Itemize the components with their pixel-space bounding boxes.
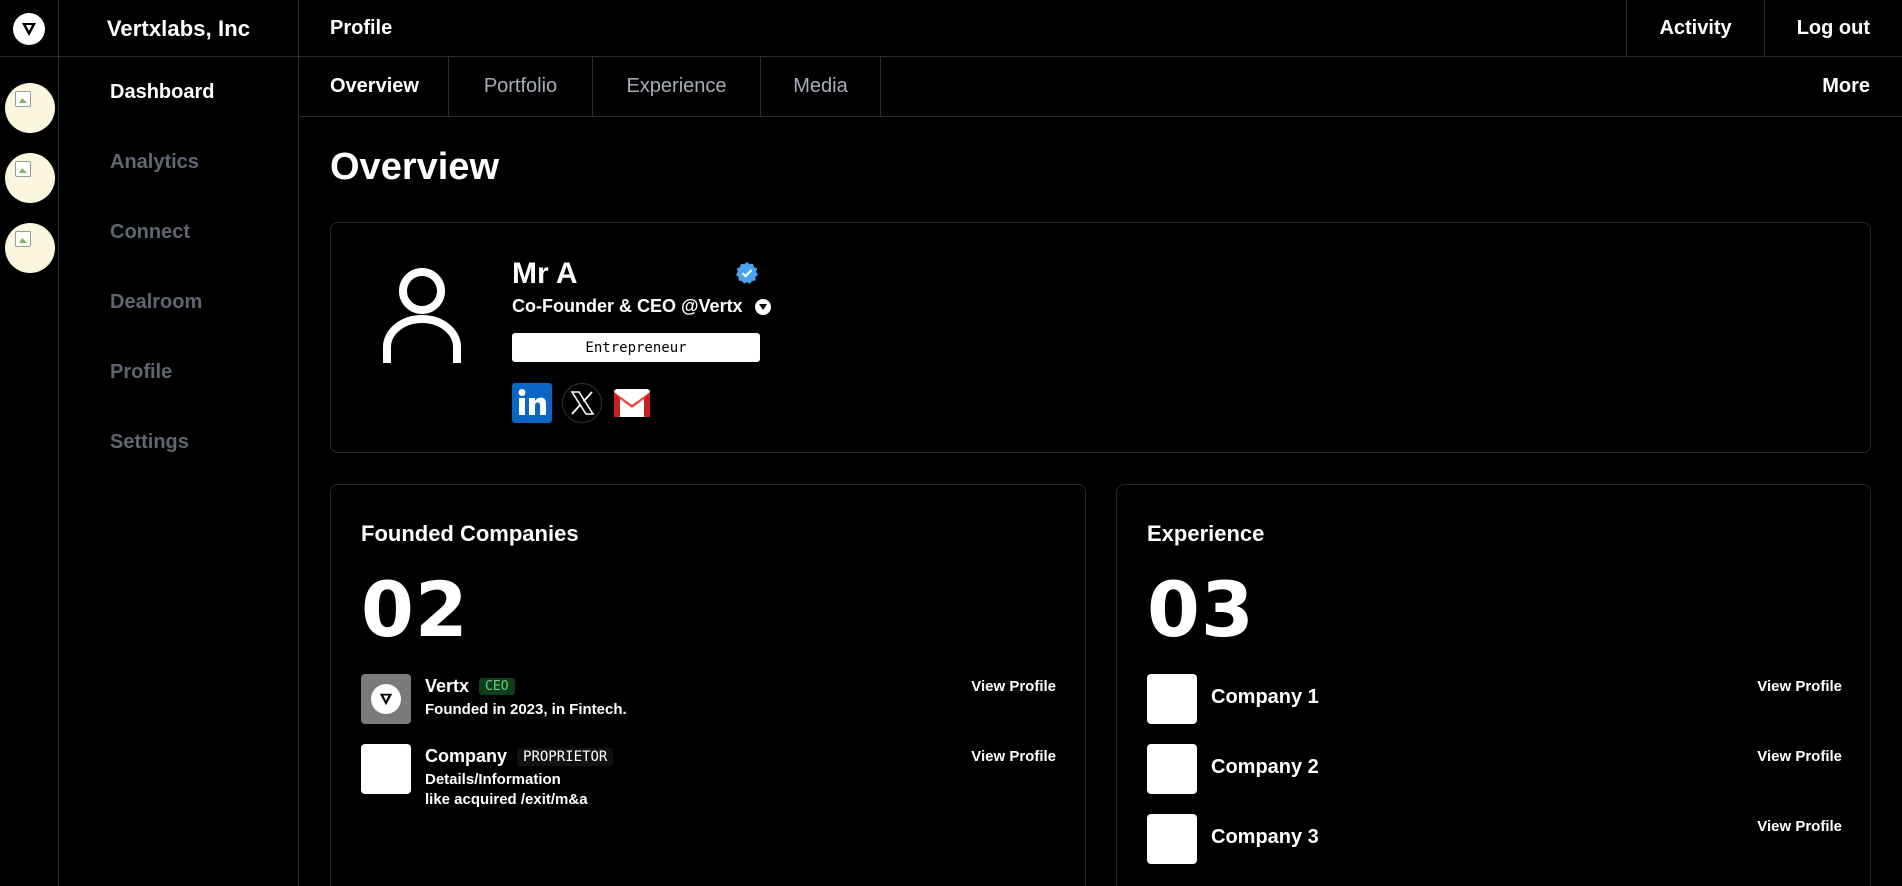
- company-name: Vertx: [425, 676, 470, 696]
- company-logo: [1147, 744, 1197, 794]
- founded-companies-title: Founded Companies: [361, 521, 579, 546]
- profile-type-badge: Entrepreneur: [512, 333, 760, 362]
- broken-image-icon: [15, 91, 31, 107]
- sidebar-item-connect[interactable]: Connect: [110, 221, 190, 244]
- more-button[interactable]: More: [1822, 57, 1870, 116]
- role-tag: PROPRIETOR: [517, 747, 614, 766]
- sidebar-item-profile[interactable]: Profile: [110, 361, 172, 384]
- activity-button[interactable]: Activity: [1626, 0, 1763, 57]
- founded-companies-count: 02: [361, 565, 469, 654]
- company-details-line: like acquired /exit/m&a: [425, 791, 588, 808]
- gmail-icon[interactable]: [612, 383, 652, 423]
- x-icon[interactable]: [562, 383, 602, 423]
- sidebar-item-settings[interactable]: Settings: [110, 431, 189, 454]
- profile-tabs: Overview Portfolio Experience Media More: [300, 57, 1902, 117]
- view-profile-link[interactable]: View Profile: [971, 748, 1056, 765]
- experience-card: Experience 03 Company 1 View Profile Com…: [1116, 484, 1871, 886]
- social-links: [512, 383, 652, 423]
- tab-experience[interactable]: Experience: [593, 57, 761, 116]
- company-name: Company 3: [1211, 826, 1319, 848]
- company-name: Company 2: [1211, 756, 1319, 778]
- breadcrumb: Profile: [330, 17, 393, 39]
- chevron-down-icon[interactable]: [754, 298, 771, 315]
- vertx-logo-icon: [13, 12, 45, 45]
- company-details: Details/Information like acquired /exit/…: [425, 770, 588, 810]
- top-bar: Vertxlabs, Inc Profile Activity Log out: [0, 0, 1902, 57]
- sidebar-nav: Dashboard Analytics Connect Dealroom Pro…: [59, 57, 299, 886]
- brand-name: Vertxlabs, Inc: [59, 0, 299, 57]
- sidebar-item-dealroom[interactable]: Dealroom: [110, 291, 202, 314]
- experience-count: 03: [1147, 565, 1255, 654]
- company-logo: [361, 674, 411, 724]
- company-logo: [361, 744, 411, 794]
- list-item: Vertx CEO Founded in 2023, in Fintech. V…: [361, 674, 1056, 726]
- page-title: Overview: [330, 146, 499, 188]
- list-item: Company 1 View Profile: [1147, 674, 1842, 726]
- top-actions: Activity Log out: [1626, 0, 1902, 57]
- view-profile-link[interactable]: View Profile: [1757, 748, 1842, 765]
- role-tag: CEO: [479, 678, 515, 695]
- company-details-line: Details/Information: [425, 771, 561, 788]
- view-profile-link[interactable]: View Profile: [971, 678, 1056, 695]
- vertx-logo-icon: [371, 684, 401, 714]
- app: Vertxlabs, Inc Profile Activity Log out …: [0, 0, 1902, 886]
- list-item: Company 2 View Profile: [1147, 744, 1842, 796]
- profile-role-text: Co-Founder & CEO @Vertx: [512, 296, 743, 316]
- broken-image-icon: [15, 161, 31, 177]
- company-logo: [1147, 674, 1197, 724]
- list-item: Company 3 View Profile: [1147, 814, 1842, 866]
- profile-card: Mr A Co-Founder & CEO @Vertx Entrepreneu…: [330, 222, 1871, 453]
- experience-title: Experience: [1147, 521, 1265, 546]
- view-profile-link[interactable]: View Profile: [1757, 818, 1842, 835]
- logo-cell[interactable]: [0, 0, 59, 57]
- view-profile-link[interactable]: View Profile: [1757, 678, 1842, 695]
- company-title: Vertx CEO: [425, 676, 515, 697]
- company-title: Company PROPRIETOR: [425, 746, 614, 767]
- rail-avatar-3[interactable]: [5, 223, 55, 273]
- tab-media[interactable]: Media: [761, 57, 881, 116]
- profile-name: Mr A: [512, 257, 578, 290]
- company-details: Founded in 2023, in Fintech.: [425, 701, 627, 718]
- verified-badge-icon: [735, 261, 759, 290]
- founded-companies-card: Founded Companies 02 Vertx CEO Founded i…: [330, 484, 1086, 886]
- list-item: Company PROPRIETOR Details/Information l…: [361, 744, 1056, 810]
- rail-avatar-1[interactable]: [5, 83, 55, 133]
- company-name: Company: [425, 746, 508, 766]
- user-avatar-icon: [381, 263, 463, 368]
- tab-overview[interactable]: Overview: [300, 57, 449, 116]
- linkedin-icon[interactable]: [512, 383, 552, 423]
- sidebar-item-analytics[interactable]: Analytics: [110, 151, 199, 174]
- rail-avatar-2[interactable]: [5, 153, 55, 203]
- sidebar-item-dashboard[interactable]: Dashboard: [110, 81, 214, 104]
- logout-button[interactable]: Log out: [1763, 0, 1902, 57]
- company-name: Company 1: [1211, 686, 1319, 708]
- tab-portfolio[interactable]: Portfolio: [449, 57, 593, 116]
- company-logo: [1147, 814, 1197, 864]
- profile-role: Co-Founder & CEO @Vertx: [512, 296, 771, 317]
- icon-rail: [0, 57, 59, 886]
- broken-image-icon: [15, 231, 31, 247]
